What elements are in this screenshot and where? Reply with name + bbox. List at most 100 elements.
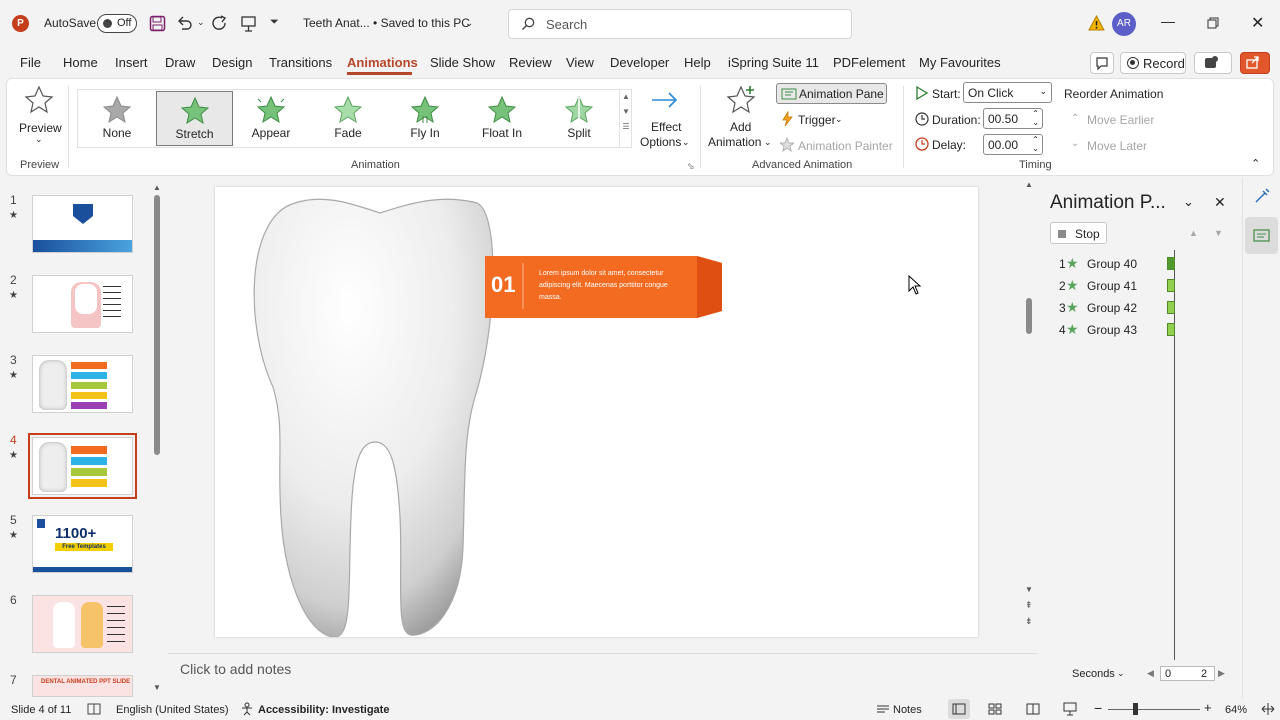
normal-view-button[interactable]: [948, 699, 970, 719]
slide-thumbnail-5[interactable]: 1100+ Free Templates: [32, 515, 133, 573]
slide-thumbnail-4[interactable]: [28, 433, 137, 499]
undo-dropdown-icon[interactable]: ⌄: [197, 17, 205, 28]
move-earlier-button[interactable]: Move Earlier: [1087, 113, 1154, 127]
tab-developer[interactable]: Developer: [610, 55, 669, 70]
zoom-slider[interactable]: [1108, 709, 1200, 710]
slide-counter[interactable]: Slide 4 of 11: [11, 704, 71, 716]
anim-timing-bar[interactable]: [1167, 301, 1175, 314]
animation-stretch[interactable]: Stretch: [156, 91, 233, 146]
animation-appear[interactable]: Appear: [234, 91, 308, 146]
customize-qat-icon[interactable]: ⏷: [270, 16, 279, 29]
title-chevron-down-icon[interactable]: ⌄: [465, 18, 473, 29]
accessibility-status[interactable]: Accessibility: Investigate: [258, 704, 389, 716]
tab-ispring[interactable]: iSpring Suite 11: [728, 55, 819, 70]
pane-options-chevron-icon[interactable]: ⌄: [1183, 194, 1194, 210]
gallery-scroll[interactable]: ▲ ▼ ☰: [619, 90, 632, 147]
slide-thumbnail-3[interactable]: [32, 355, 133, 413]
slide-canvas[interactable]: 01 Lorem ipsum dolor sit amet, consectet…: [215, 187, 978, 637]
accessibility-icon[interactable]: [240, 702, 254, 716]
trigger-button[interactable]: Trigger: [798, 113, 836, 127]
duration-input[interactable]: 00.50 ⌃ ⌄: [983, 108, 1043, 129]
fit-slide-icon[interactable]: [1261, 702, 1275, 716]
anim-item-group-41[interactable]: Group 41: [1087, 279, 1137, 293]
present-from-start-icon[interactable]: [240, 15, 257, 32]
slide-thumbnail-2[interactable]: [32, 275, 133, 333]
spelling-check-icon[interactable]: [87, 703, 101, 715]
step-label-01[interactable]: 01 Lorem ipsum dolor sit amet, consectet…: [485, 251, 725, 319]
tab-design[interactable]: Design: [212, 55, 252, 70]
animation-fade[interactable]: Fade: [311, 91, 385, 146]
start-select[interactable]: On Click ⌄: [963, 82, 1052, 103]
tab-my-favourites[interactable]: My Favourites: [919, 55, 1001, 70]
designer-icon[interactable]: [1253, 187, 1271, 205]
language-indicator[interactable]: English (United States): [116, 704, 229, 716]
timeline-ruler[interactable]: 0 2: [1160, 666, 1215, 681]
tab-insert[interactable]: Insert: [115, 55, 148, 70]
preview-button[interactable]: Preview: [19, 121, 62, 135]
minimize-icon[interactable]: —: [1161, 13, 1175, 29]
zoom-slider-thumb[interactable]: [1133, 703, 1138, 715]
anim-timing-bar[interactable]: [1167, 279, 1175, 292]
seconds-dropdown[interactable]: Seconds: [1072, 668, 1115, 680]
effect-options-chevron-icon[interactable]: ⌄: [682, 137, 690, 148]
editor-scrollbar[interactable]: ▲ ▼ ⇞ ⇟: [1024, 180, 1034, 630]
delay-input[interactable]: 00.00 ⌃ ⌄: [983, 134, 1043, 155]
document-title[interactable]: Teeth Anat... • Saved to this PC: [303, 16, 470, 30]
collapse-ribbon-icon[interactable]: ⌃: [1251, 157, 1260, 170]
animation-dialog-launcher-icon[interactable]: ⬂: [687, 161, 695, 172]
animation-painter-button[interactable]: Animation Painter: [798, 139, 893, 153]
seconds-chevron-icon[interactable]: ⌄: [1117, 668, 1125, 679]
slide-thumbnail-7[interactable]: DENTAL ANIMATED PPT SLIDE: [32, 675, 133, 697]
animation-split[interactable]: Split: [542, 91, 616, 146]
zoom-out-icon[interactable]: −: [1094, 700, 1102, 716]
trigger-chevron-icon[interactable]: ⌄: [835, 114, 843, 125]
redo-icon[interactable]: [212, 15, 229, 32]
effect-options-line1[interactable]: Effect: [651, 120, 681, 134]
tab-slide-show[interactable]: Slide Show: [430, 55, 495, 70]
slide-sorter-icon[interactable]: [988, 703, 1002, 715]
anim-timing-bar[interactable]: [1167, 257, 1175, 270]
slide-thumbnail-6[interactable]: [32, 595, 133, 653]
add-animation-line2[interactable]: Animation: [708, 135, 761, 149]
warning-icon[interactable]: [1088, 15, 1105, 31]
thumbnail-scrollbar[interactable]: ▲ ▼: [153, 183, 161, 693]
animation-none[interactable]: None: [80, 91, 154, 146]
anim-timing-bar[interactable]: [1167, 323, 1175, 336]
close-window-icon[interactable]: ✕: [1251, 13, 1264, 33]
tab-pdfelement[interactable]: PDFelement: [833, 55, 905, 70]
move-down-icon[interactable]: ▼: [1214, 228, 1223, 238]
animation-fly-in[interactable]: Fly In: [388, 91, 462, 146]
teams-share-button[interactable]: [1194, 52, 1232, 74]
tab-file[interactable]: File: [20, 55, 41, 70]
tab-transitions[interactable]: Transitions: [269, 55, 332, 70]
anim-item-group-43[interactable]: Group 43: [1087, 323, 1137, 337]
save-icon[interactable]: [149, 15, 166, 32]
anim-item-group-40[interactable]: Group 40: [1087, 257, 1137, 271]
autosave-toggle[interactable]: Off: [97, 14, 137, 33]
move-up-icon[interactable]: ▲: [1189, 228, 1198, 238]
animation-pane-button[interactable]: Animation Pane: [776, 83, 887, 104]
search-box[interactable]: Search: [508, 9, 852, 39]
notes-button[interactable]: Notes: [893, 704, 922, 716]
tab-animations[interactable]: Animations: [347, 55, 418, 70]
animation-pane-toggle[interactable]: [1245, 217, 1278, 254]
animation-float-in[interactable]: Float In: [465, 91, 539, 146]
notes-icon[interactable]: [876, 703, 890, 715]
slide-thumbnail-1[interactable]: [32, 195, 133, 253]
timeline-right-icon[interactable]: ▶: [1218, 668, 1225, 679]
zoom-level[interactable]: 64%: [1225, 704, 1247, 716]
tab-help[interactable]: Help: [684, 55, 711, 70]
effect-options-line2[interactable]: Options: [640, 135, 681, 149]
record-button[interactable]: Record: [1120, 52, 1186, 74]
stop-button[interactable]: Stop: [1050, 222, 1107, 244]
move-later-button[interactable]: Move Later: [1087, 139, 1147, 153]
add-animation-line1[interactable]: Add: [730, 120, 751, 134]
tab-draw[interactable]: Draw: [165, 55, 195, 70]
preview-dropdown-icon[interactable]: ⌄: [35, 134, 43, 145]
tab-review[interactable]: Review: [509, 55, 552, 70]
slide-show-icon[interactable]: [1063, 702, 1077, 716]
comments-button[interactable]: [1090, 52, 1114, 74]
undo-icon[interactable]: [176, 15, 193, 32]
pane-close-icon[interactable]: ✕: [1214, 194, 1226, 211]
tab-view[interactable]: View: [566, 55, 594, 70]
